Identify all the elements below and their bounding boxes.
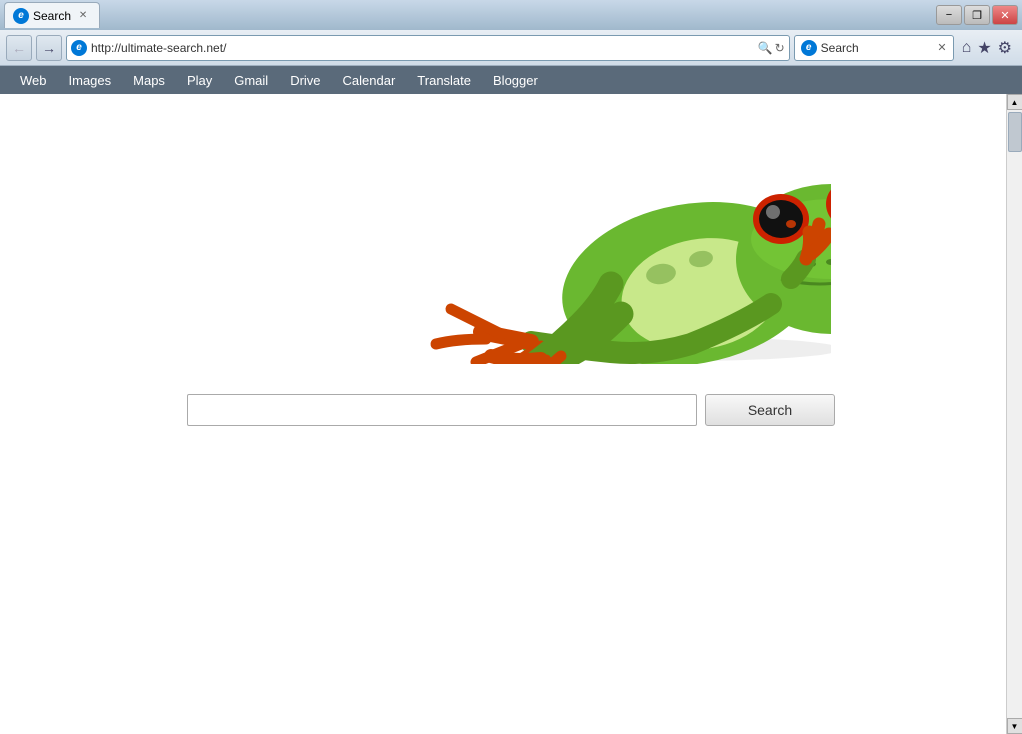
favorites-icon[interactable]: ★ — [977, 38, 991, 58]
scrollbar-down-arrow[interactable]: ▼ — [1007, 718, 1022, 734]
search-addr-icon[interactable]: 🔍 — [758, 41, 773, 55]
frog-image — [191, 104, 831, 364]
nav-item-play[interactable]: Play — [177, 70, 222, 91]
tab-ie-icon: e — [13, 8, 29, 24]
nav-item-web[interactable]: Web — [10, 70, 57, 91]
window-controls: − ❐ ✕ — [936, 5, 1018, 25]
browser-tab[interactable]: e Search ✕ — [4, 2, 100, 28]
nav-item-images[interactable]: Images — [59, 70, 122, 91]
address-text: http://ultimate-search.net/ — [91, 41, 754, 55]
forward-button[interactable]: → — [36, 35, 62, 61]
search-tab-label: Search — [821, 41, 859, 55]
nav-item-calendar[interactable]: Calendar — [333, 70, 406, 91]
browser-window: e Search ✕ − ❐ ✕ ← → e http://ultimate-s… — [0, 0, 1022, 734]
settings-icon[interactable]: ⚙ — [998, 38, 1012, 58]
nav-item-blogger[interactable]: Blogger — [483, 70, 548, 91]
search-tab-ie-icon: e — [801, 40, 817, 56]
nav-item-maps[interactable]: Maps — [123, 70, 175, 91]
scrollbar-up-arrow[interactable]: ▲ — [1007, 94, 1022, 110]
tab-label: Search — [33, 9, 71, 23]
search-tab-area[interactable]: e Search ✕ — [794, 35, 954, 61]
nav-item-drive[interactable]: Drive — [280, 70, 330, 91]
nav-item-gmail[interactable]: Gmail — [224, 70, 278, 91]
search-tab-close[interactable]: ✕ — [937, 41, 946, 54]
nav-item-translate[interactable]: Translate — [407, 70, 481, 91]
ie-logo-icon: e — [71, 40, 87, 56]
tab-close-button[interactable]: ✕ — [75, 8, 91, 24]
nav-bar: Web Images Maps Play Gmail Drive Calenda… — [0, 66, 1022, 94]
address-input-wrap[interactable]: e http://ultimate-search.net/ 🔍 ↻ — [66, 35, 790, 61]
title-bar-left: e Search ✕ — [4, 2, 100, 28]
search-button[interactable]: Search — [705, 394, 835, 426]
title-bar: e Search ✕ − ❐ ✕ — [0, 0, 1022, 30]
frog-illustration — [0, 94, 1022, 364]
search-area: Search — [187, 394, 835, 426]
home-icon[interactable]: ⌂ — [962, 39, 972, 57]
scrollbar-thumb[interactable] — [1008, 112, 1022, 152]
refresh-icon[interactable]: ↻ — [775, 41, 785, 55]
toolbar-icons: ⌂ ★ ⚙ — [958, 38, 1016, 58]
page-content: Search ▲ ▼ — [0, 94, 1022, 734]
minimize-button[interactable]: − — [936, 5, 962, 25]
close-button[interactable]: ✕ — [992, 5, 1018, 25]
address-icons: 🔍 ↻ — [758, 41, 785, 55]
scrollbar[interactable]: ▲ ▼ — [1006, 94, 1022, 734]
search-input[interactable] — [187, 394, 697, 426]
back-button[interactable]: ← — [6, 35, 32, 61]
restore-button[interactable]: ❐ — [964, 5, 990, 25]
address-bar: ← → e http://ultimate-search.net/ 🔍 ↻ e … — [0, 30, 1022, 66]
